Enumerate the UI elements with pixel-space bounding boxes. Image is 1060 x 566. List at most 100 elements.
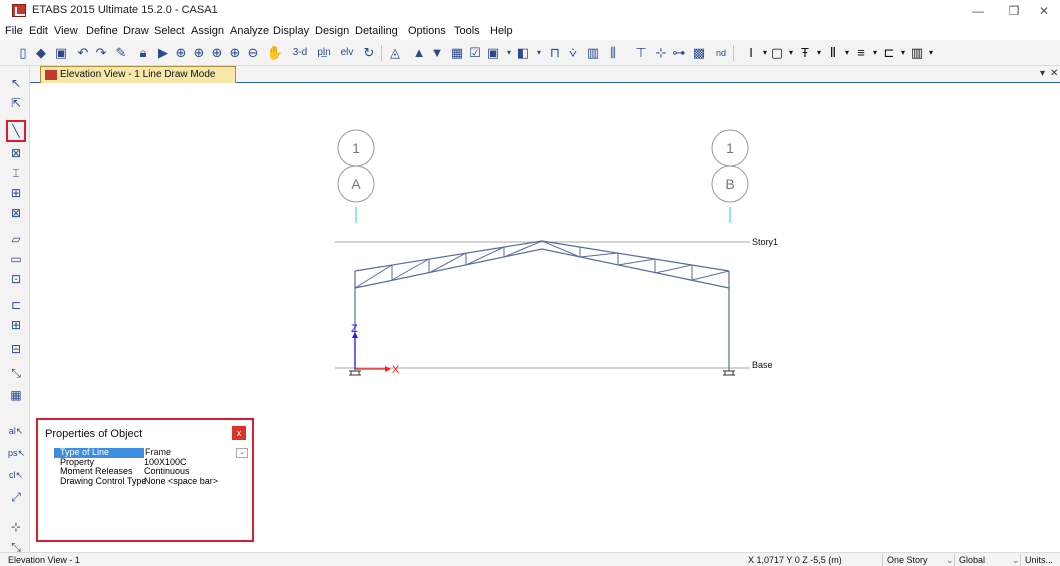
property-key: Drawing Control Type xyxy=(60,475,147,486)
grid-label-b: B xyxy=(725,176,734,192)
draw-line-region-icon[interactable]: ⊠ xyxy=(8,144,24,162)
members-icon[interactable]: ⊤ xyxy=(632,44,650,62)
truss-webs[interactable] xyxy=(354,240,730,289)
properties-grid: Type of Line Frame ⌄ Property 100X100C M… xyxy=(54,447,248,487)
save-icon[interactable]: ▣ xyxy=(52,44,70,62)
menu-detailing[interactable]: Detailing xyxy=(355,25,398,37)
menu-options[interactable]: Options xyxy=(408,25,446,37)
intersecting-line-icon[interactable]: ⤢ xyxy=(8,488,24,506)
zoom-out-icon[interactable]: ⊖ xyxy=(244,44,262,62)
menu-file[interactable]: File xyxy=(5,25,23,37)
deformed-shape-icon[interactable]: ⩒ xyxy=(564,44,582,62)
menu-help[interactable]: Help xyxy=(490,25,513,37)
shells-icon[interactable]: ▥ xyxy=(584,44,602,62)
story-selector[interactable]: One Story xyxy=(882,554,944,566)
pan-icon[interactable]: ✋ xyxy=(266,44,284,62)
perspective-icon[interactable]: ◬ xyxy=(386,44,404,62)
system-chevron-down-icon[interactable]: ⌄ xyxy=(1012,555,1020,566)
plan-view-button[interactable]: pl̲n xyxy=(313,44,335,62)
elevation-view-button[interactable]: elv xyxy=(336,44,358,62)
menu-draw[interactable]: Draw xyxy=(123,25,149,37)
menu-edit[interactable]: Edit xyxy=(29,25,48,37)
truss-top-chord[interactable] xyxy=(354,240,730,272)
clear-selection-icon[interactable]: cl↖ xyxy=(8,466,24,484)
snap-options-icon[interactable]: ⊹ xyxy=(8,518,24,536)
main-toolbar: ▯ ◆ ▣ ↶ ↷ ✎ 🔒︎ ▶ ⊕ ⊕ ⊕ ⊕ ⊖ ✋ 3-d pl̲n el… xyxy=(0,40,1060,66)
zoom-in-icon[interactable]: ⊕ xyxy=(226,44,244,62)
menu-display[interactable]: Display xyxy=(273,25,309,37)
coordinate-system-selector[interactable]: Global xyxy=(954,554,1010,566)
tab-close-icon[interactable]: ✕ xyxy=(1050,68,1058,79)
snap-icon[interactable]: ⊹ xyxy=(652,44,670,62)
draw-area-icon[interactable]: ⊡ xyxy=(8,270,24,288)
units-label: Units... xyxy=(1025,555,1054,565)
chevron-down-icon[interactable]: ⌄ xyxy=(236,448,248,458)
draw-wall-region-icon[interactable]: ⊞ xyxy=(8,316,24,334)
menu-design[interactable]: Design xyxy=(315,25,349,37)
undo-icon[interactable]: ↶ xyxy=(74,44,92,62)
select-all-icon[interactable]: al↖ xyxy=(8,422,24,440)
rebar-dropdown-icon[interactable]: ▾ xyxy=(922,44,940,62)
draw-brace-icon[interactable]: ⊠ xyxy=(8,204,24,222)
previous-selection-icon[interactable]: ps↖ xyxy=(8,444,25,462)
draw-rectangle-icon[interactable]: ▭ xyxy=(8,250,24,268)
units-button[interactable]: Units... xyxy=(1020,554,1060,566)
property-value[interactable]: None <space bar> xyxy=(144,476,218,487)
open-icon[interactable]: ◆ xyxy=(32,44,50,62)
menu-view[interactable]: View xyxy=(54,25,78,37)
forces-icon[interactable]: ⫼ xyxy=(604,44,622,62)
zoom-extents-icon[interactable]: ⊕ xyxy=(208,44,226,62)
run-analysis-icon[interactable]: ▶ xyxy=(154,44,172,62)
move-down-icon[interactable]: ▼ xyxy=(428,44,446,62)
object-shrink-icon[interactable]: ▦ xyxy=(448,44,466,62)
grid-label-1b: 1 xyxy=(726,140,734,156)
menu-assign[interactable]: Assign xyxy=(191,25,224,37)
properties-close-button[interactable]: x xyxy=(232,426,246,440)
lock-icon[interactable]: 🔒︎ xyxy=(134,44,152,62)
menu-tools[interactable]: Tools xyxy=(454,25,480,37)
draw-floor-icon[interactable]: ▱ xyxy=(8,230,24,248)
draw-opening-icon[interactable]: ⊟ xyxy=(8,340,24,358)
draw-beam-icon[interactable]: ⊞ xyxy=(8,184,24,202)
truss-bottom-chord[interactable] xyxy=(354,248,730,289)
minimize-button[interactable]: — xyxy=(960,2,996,20)
reshape-pointer-icon[interactable]: ⇱ xyxy=(8,94,24,112)
draw-tool-icon[interactable]: ⊶ xyxy=(670,44,688,62)
set-display-options-icon[interactable]: ☑ xyxy=(466,44,484,62)
tab-elevation-view[interactable]: Elevation View - 1 Line Draw Mode xyxy=(40,66,236,83)
property-row-drawing-control-type[interactable]: Drawing Control Type None <space bar> xyxy=(54,475,248,487)
close-window-button[interactable]: ✕ xyxy=(1026,2,1060,20)
etabs-app-icon xyxy=(12,4,26,17)
zoom-window-icon[interactable]: ⊕ xyxy=(172,44,190,62)
zoom-restore-icon[interactable]: ⊕ xyxy=(190,44,208,62)
new-model-icon[interactable]: ▯ xyxy=(14,44,32,62)
pencil-icon[interactable]: ✎ xyxy=(112,44,130,62)
draw-column-icon[interactable]: ⌶ xyxy=(8,164,24,182)
properties-of-object-panel: Properties of Object x Type of Line Fram… xyxy=(36,418,254,542)
x-axis-arrowhead xyxy=(385,366,391,372)
menu-select[interactable]: Select xyxy=(154,25,185,37)
draw-link-icon[interactable]: ⤡ xyxy=(8,364,24,382)
tab-menu-arrow-icon[interactable]: ▾ xyxy=(1040,68,1045,79)
base-label: Base xyxy=(752,360,773,370)
draw-grid-icon[interactable]: ▦ xyxy=(8,386,24,404)
menu-analyze[interactable]: Analyze xyxy=(230,25,269,37)
tab-label: Elevation View - 1 Line Draw Mode xyxy=(60,69,216,80)
rotate-icon[interactable]: ↻ xyxy=(360,44,378,62)
draw-wall-icon[interactable]: ⊏ xyxy=(8,296,24,314)
mesh-icon[interactable]: ▩ xyxy=(690,44,708,62)
frame-icon[interactable]: ⊓ xyxy=(546,44,564,62)
draw-line-icon[interactable]: ╲ xyxy=(6,120,26,142)
support-left xyxy=(349,370,361,376)
nd-button[interactable]: nd xyxy=(712,44,730,62)
3d-view-button[interactable]: 3-d xyxy=(287,44,313,62)
status-coordinates: X 1,0717 Y 0 Z -5,5 (m) xyxy=(748,555,842,565)
move-up-icon[interactable]: ▲ xyxy=(410,44,428,62)
view-tab-strip: Elevation View - 1 Line Draw Mode ▾ ✕ xyxy=(30,66,1060,83)
story-chevron-down-icon[interactable]: ⌄ xyxy=(946,555,954,566)
select-pointer-icon[interactable]: ↖ xyxy=(8,74,24,92)
story1-label: Story1 xyxy=(752,237,778,247)
title-bar: ETABS 2015 Ultimate 15.2.0 - CASA1 — ❐ ✕ xyxy=(0,0,1060,22)
redo-icon[interactable]: ↷ xyxy=(92,44,110,62)
menu-define[interactable]: Define xyxy=(86,25,118,37)
